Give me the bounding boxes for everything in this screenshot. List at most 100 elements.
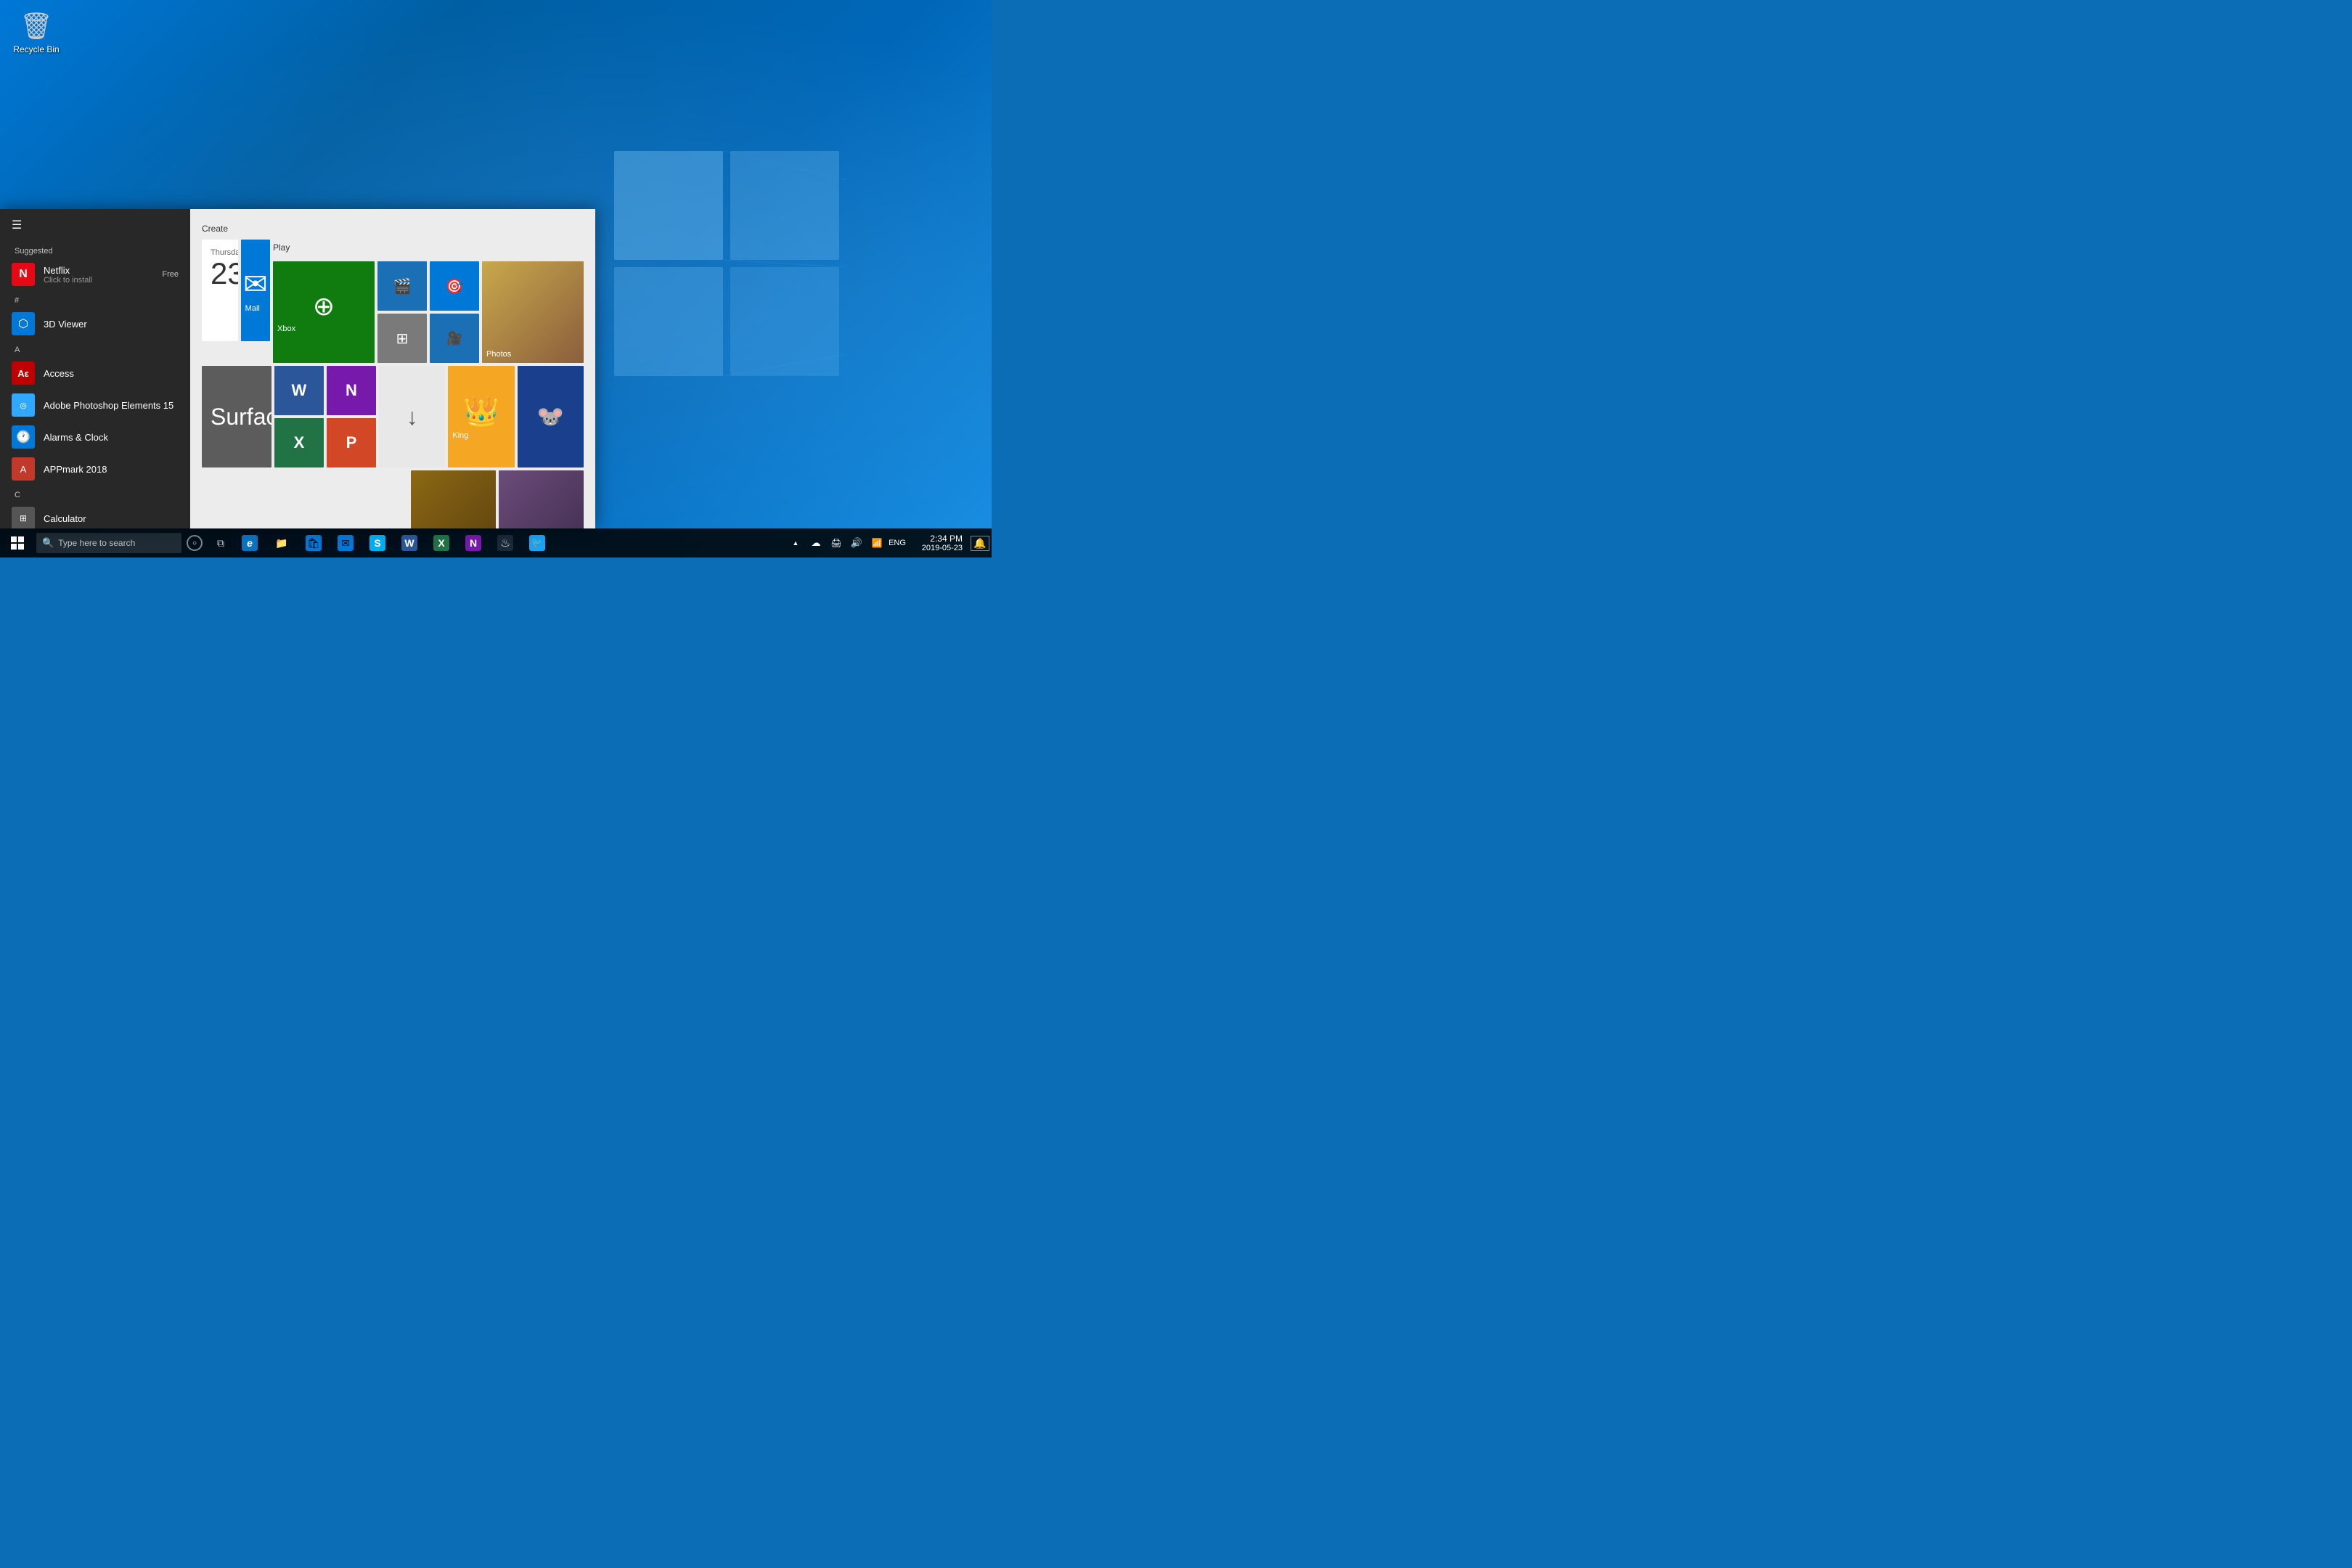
task-view-button[interactable]: ⧉ [208,528,234,558]
taskbar: 🔍 Type here to search ○ ⧉ e 📁 🛍 ✉ [0,528,992,558]
3d-viewer-icon: ⬡ [12,312,35,335]
tray-printer[interactable]: 🖨 [826,528,846,558]
calc-small-icon: ⊞ [396,330,409,348]
netflix-icon: N [12,263,35,286]
tile-film[interactable]: 🎬 [377,261,427,311]
tile-calendar[interactable]: Thursday 23 [202,240,238,341]
play-tiles-row1: ⊕ Xbox 🎬 🎯 ⊞ [273,261,584,363]
search-placeholder: Type here to search [58,538,135,548]
photos-tile-label: Photos [486,350,511,359]
taskbar-app-steam[interactable]: ♨ [489,528,521,558]
cortana-button[interactable]: ○ [181,528,208,558]
taskbar-app-skype[interactable]: S [362,528,393,558]
3d-viewer-name: 3D Viewer [44,319,87,330]
recycle-bin-icon: 🗑 [20,11,53,41]
start-menu-tiles-panel: Create Thursday 23 ✉ Mail Play [190,209,595,528]
app-netflix[interactable]: N Netflix Click to install Free [0,258,190,290]
app-alarms-clock[interactable]: 🕐 Alarms & Clock [0,421,190,453]
tile-powerpoint[interactable]: P [327,418,376,467]
tile-hidden-city[interactable]: Hidden City [499,470,584,528]
cortana-icon: ○ [187,535,203,551]
tray-chevron[interactable]: ▲ [785,528,806,558]
tile-disney-magic[interactable]: 🐭 [518,366,584,467]
tile-calc-small[interactable]: ⊞ [377,314,427,363]
tile-king[interactable]: 👑 King [448,366,514,467]
play-section-label: Play [273,242,584,253]
tiles-row-1: Thursday 23 ✉ Mail Play ⊕ [202,240,584,363]
tray-volume[interactable]: 🔊 [846,528,867,558]
taskbar-clock[interactable]: 2:34 PM 2019-05-23 [910,528,968,558]
word-icon: W [292,381,307,400]
app-appmark[interactable]: A APPmark 2018 [0,453,190,485]
tile-webcam[interactable]: 🎥 [430,314,479,363]
alarms-icon: 🕐 [12,425,35,449]
desktop: 🗑 Recycle Bin ☰ Suggested N Netflix Clic… [0,0,992,558]
taskbar-apps: e 📁 🛍 ✉ S W X N ♨ [234,528,785,558]
tray-cloud[interactable]: ☁ [806,528,826,558]
taskbar-app-mail[interactable]: ✉ [330,528,362,558]
mail-tile-icon: ✉ [243,268,268,301]
start-menu-left-panel: ☰ Suggested N Netflix Click to install F… [0,209,190,528]
section-suggested: Suggested [0,241,190,258]
onenote-icon: N [346,381,357,400]
taskbar-word-icon: W [401,535,417,551]
tile-mail[interactable]: ✉ Mail [241,240,270,341]
tile-surface[interactable]: Surface [202,366,271,467]
notification-button[interactable]: 🔔 [968,528,992,558]
tile-xbox[interactable]: ⊕ Xbox [273,261,375,363]
xbox-tile-icon: ⊕ [313,291,335,322]
tile-get-windows[interactable]: ↓ [379,366,445,467]
taskbar-mail-icon: ✉ [338,535,354,551]
taskbar-store-icon: 🛍 [306,535,322,551]
taskbar-skype-icon: S [369,535,385,551]
alarms-name: Alarms & Clock [44,432,108,443]
netflix-badge: Free [162,270,179,279]
taskbar-twitter-icon: 🐦 [529,535,545,551]
taskbar-app-store[interactable]: 🛍 [298,528,330,558]
film-icon: 🎬 [393,277,412,295]
tray-network[interactable]: 📶 [867,528,887,558]
start-hamburger-button[interactable]: ☰ [0,209,190,241]
adobe-ps-icon: ◎ [12,393,35,417]
netflix-subtitle: Click to install [44,276,92,285]
section-hash: # [0,290,190,308]
tile-word[interactable]: W [274,366,324,415]
tray-lang[interactable]: ENG [887,528,907,558]
target-icon: 🎯 [446,277,464,295]
app-access[interactable]: Aε Access [0,357,190,389]
king-tile-label: King [452,431,468,440]
taskbar-edge-icon: e [242,535,258,551]
taskbar-steam-icon: ♨ [497,535,513,551]
taskbar-search[interactable]: 🔍 Type here to search [36,533,181,553]
calculator-icon: ⊞ [12,507,35,528]
tiles-row-march: March of Em... Hidden City [411,470,584,528]
tiles-row-2: Surface W N X P [202,366,584,467]
taskbar-app-excel[interactable]: X [425,528,457,558]
section-c: C [0,485,190,502]
notification-icon: 🔔 [971,536,989,551]
taskbar-app-word[interactable]: W [393,528,425,558]
tile-photos[interactable]: Photos [482,261,584,363]
start-button[interactable] [0,528,35,558]
app-adobe-photoshop[interactable]: ◎ Adobe Photoshop Elements 15 [0,389,190,421]
tile-onenote[interactable]: N [327,366,376,415]
app-calculator[interactable]: ⊞ Calculator [0,502,190,528]
recycle-bin[interactable]: 🗑 Recycle Bin [7,7,65,58]
windows-logo-desktop [614,151,846,383]
task-view-icon: ⧉ [217,537,224,550]
tile-target[interactable]: 🎯 [430,261,479,311]
access-icon: Aε [12,362,35,385]
appmark-name: APPmark 2018 [44,464,107,475]
clock-time: 2:34 PM [930,534,963,544]
calendar-tile-date: 23 [211,258,229,289]
tile-march-of-empires[interactable]: March of Em... [411,470,496,528]
taskbar-app-fileexplorer[interactable]: 📁 [266,528,298,558]
taskbar-app-onenote[interactable]: N [457,528,489,558]
taskbar-app-twitter[interactable]: 🐦 [521,528,553,558]
disney-tile-icon: 🐭 [537,404,564,430]
webcam-icon: 🎥 [446,331,462,346]
app-3d-viewer[interactable]: ⬡ 3D Viewer [0,308,190,340]
taskbar-app-edge[interactable]: e [234,528,266,558]
tile-excel[interactable]: X [274,418,324,467]
search-icon: 🔍 [42,537,54,549]
